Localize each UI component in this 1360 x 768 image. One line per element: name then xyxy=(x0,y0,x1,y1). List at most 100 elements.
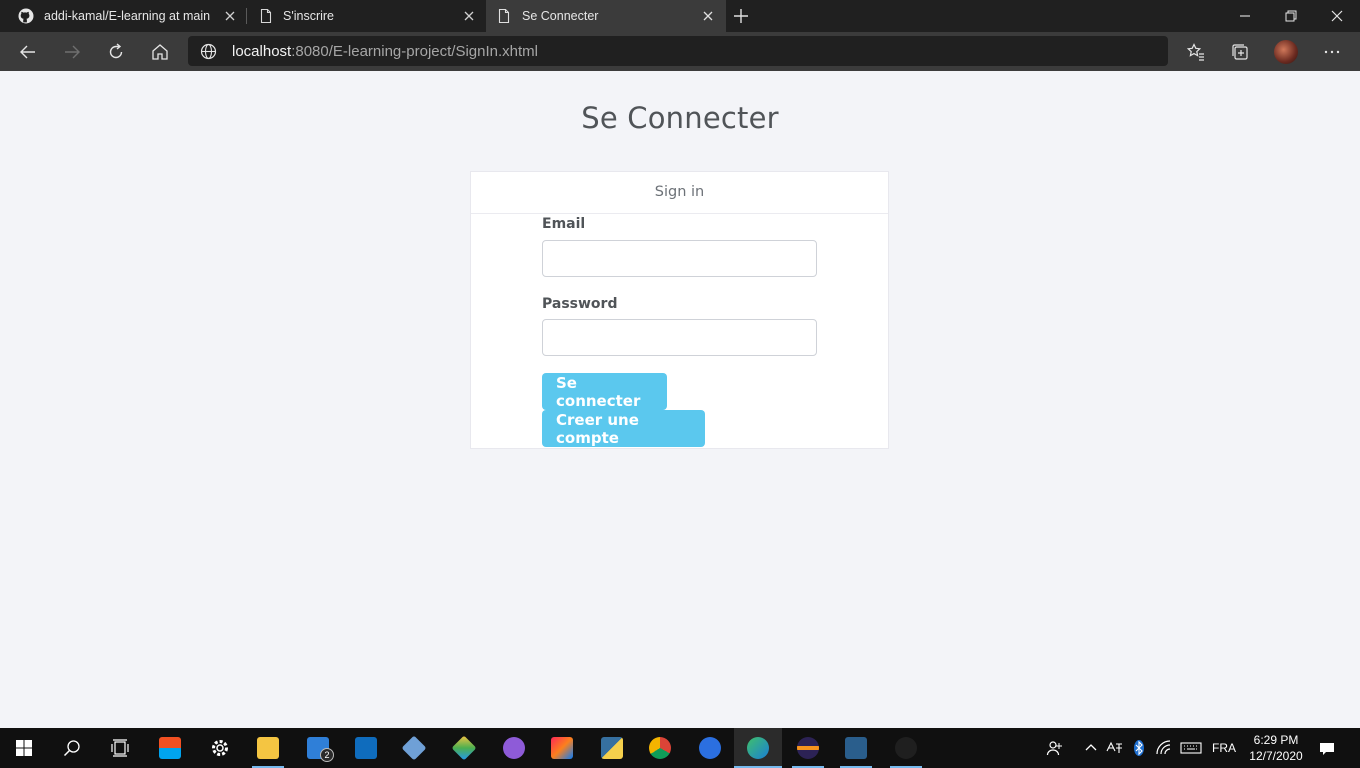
search-icon xyxy=(63,740,80,757)
clock[interactable]: 6:29 PM 12/7/2020 xyxy=(1244,732,1308,768)
url-text: localhost:8080/E-learning-project/SignIn… xyxy=(232,43,538,60)
task-view-icon xyxy=(111,739,129,757)
forward-button[interactable] xyxy=(60,40,84,64)
tab-separator xyxy=(246,8,247,24)
app-icon xyxy=(895,737,917,759)
file-explorer-app[interactable] xyxy=(244,728,292,768)
collections-button[interactable] xyxy=(1228,40,1252,64)
create-account-button[interactable]: Creer une compte xyxy=(542,410,705,447)
email-label: Email xyxy=(542,216,586,232)
start-button[interactable] xyxy=(0,728,48,768)
clock-date: 12/7/2020 xyxy=(1249,749,1303,763)
favorites-button[interactable] xyxy=(1184,40,1208,64)
tab-title: Se Connecter xyxy=(522,9,599,23)
eclipse-app[interactable] xyxy=(784,728,832,768)
mail-app[interactable]: 2 xyxy=(294,728,342,768)
chrome-icon xyxy=(649,737,671,759)
minimize-icon xyxy=(1240,15,1250,17)
folder-icon xyxy=(257,737,279,759)
close-icon[interactable] xyxy=(700,8,716,24)
outlook-icon xyxy=(355,737,377,759)
bluetooth-icon[interactable] xyxy=(1130,739,1148,757)
language-indicator[interactable]: FRA xyxy=(1212,741,1236,768)
collections-icon xyxy=(1232,44,1248,60)
github-desktop-app[interactable] xyxy=(490,728,538,768)
windows-logo-icon xyxy=(16,740,32,756)
wifi-icon[interactable] xyxy=(1155,739,1173,757)
virtualbox-icon xyxy=(401,735,427,761)
python-icon xyxy=(601,737,623,759)
edge-icon xyxy=(747,737,769,759)
close-icon[interactable] xyxy=(461,8,477,24)
keyboard-icon[interactable] xyxy=(1180,739,1202,757)
intellij-icon xyxy=(551,737,573,759)
tab-github[interactable]: addi-kamal/E-learning at main xyxy=(0,0,246,32)
favorites-star-icon xyxy=(1186,43,1204,61)
navigation-bar: localhost:8080/E-learning-project/SignIn… xyxy=(0,32,1360,71)
password-label: Password xyxy=(542,296,618,312)
back-button[interactable] xyxy=(16,40,40,64)
github-desktop-icon xyxy=(503,737,525,759)
mail-badge: 2 xyxy=(320,748,334,762)
chrome-app[interactable] xyxy=(636,728,684,768)
close-window-button[interactable] xyxy=(1314,0,1360,32)
tab-se-connecter[interactable]: Se Connecter xyxy=(486,0,726,32)
back-arrow-icon xyxy=(20,45,35,59)
github-icon xyxy=(18,8,34,24)
task-view-button[interactable] xyxy=(96,728,144,768)
new-tab-icon[interactable] xyxy=(732,7,750,25)
home-icon xyxy=(152,44,168,60)
git-app[interactable] xyxy=(440,728,488,768)
email-field[interactable] xyxy=(542,240,817,277)
intellij-app[interactable] xyxy=(538,728,586,768)
refresh-icon xyxy=(109,43,123,59)
signin-card: Sign in Email Password Se connecter Cree… xyxy=(470,171,889,449)
minimize-button[interactable] xyxy=(1222,0,1268,32)
page-icon xyxy=(498,8,510,24)
refresh-button[interactable] xyxy=(104,40,128,64)
address-bar[interactable]: localhost:8080/E-learning-project/SignIn… xyxy=(188,36,1168,66)
gear-icon xyxy=(212,740,228,756)
mysql-workbench-app[interactable] xyxy=(832,728,880,768)
input-method-icon[interactable] xyxy=(1105,739,1123,757)
notification-icon[interactable] xyxy=(1318,740,1336,758)
page-icon xyxy=(260,8,272,24)
page-content: Se Connecter Sign in Email Password Se c… xyxy=(0,71,1360,728)
vpn-icon xyxy=(699,737,721,759)
tab-sinscrire[interactable]: S'inscrire xyxy=(248,0,486,32)
forward-arrow-icon xyxy=(65,45,80,59)
settings-menu-button[interactable] xyxy=(1320,40,1344,64)
settings-app[interactable] xyxy=(196,728,244,768)
people-icon[interactable] xyxy=(1046,739,1064,757)
restore-icon xyxy=(1285,10,1297,22)
search-button[interactable] xyxy=(48,728,96,768)
outlook-app[interactable] xyxy=(342,728,390,768)
url-path: :8080/E-learning-project/SignIn.xhtml xyxy=(291,43,538,60)
store-app[interactable] xyxy=(146,728,194,768)
python-app[interactable] xyxy=(588,728,636,768)
eclipse-icon xyxy=(797,737,819,759)
page-title: Se Connecter xyxy=(581,101,779,135)
more-dots-icon xyxy=(1324,50,1340,54)
tab-title: addi-kamal/E-learning at main xyxy=(44,9,211,23)
vpn-app[interactable] xyxy=(686,728,734,768)
card-header: Sign in xyxy=(471,172,888,214)
tab-title: S'inscrire xyxy=(283,9,335,23)
restore-button[interactable] xyxy=(1268,0,1314,32)
taskbar: 2 FRA 6:29 PM 12/7/2020 xyxy=(0,728,1360,768)
git-icon xyxy=(451,735,477,761)
clock-time: 6:29 PM xyxy=(1253,733,1299,747)
tab-strip: addi-kamal/E-learning at main S'inscrire… xyxy=(0,0,1360,32)
running-app[interactable] xyxy=(882,728,930,768)
login-button[interactable]: Se connecter xyxy=(542,373,667,410)
virtualbox-app[interactable] xyxy=(390,728,438,768)
close-icon[interactable] xyxy=(222,8,238,24)
home-button[interactable] xyxy=(148,40,172,64)
globe-icon xyxy=(200,43,217,60)
profile-avatar[interactable] xyxy=(1274,40,1298,64)
close-icon xyxy=(1331,10,1343,22)
password-field[interactable] xyxy=(542,319,817,356)
url-host: localhost xyxy=(232,43,292,60)
edge-app[interactable] xyxy=(734,728,782,768)
chevron-up-icon[interactable] xyxy=(1082,739,1100,757)
